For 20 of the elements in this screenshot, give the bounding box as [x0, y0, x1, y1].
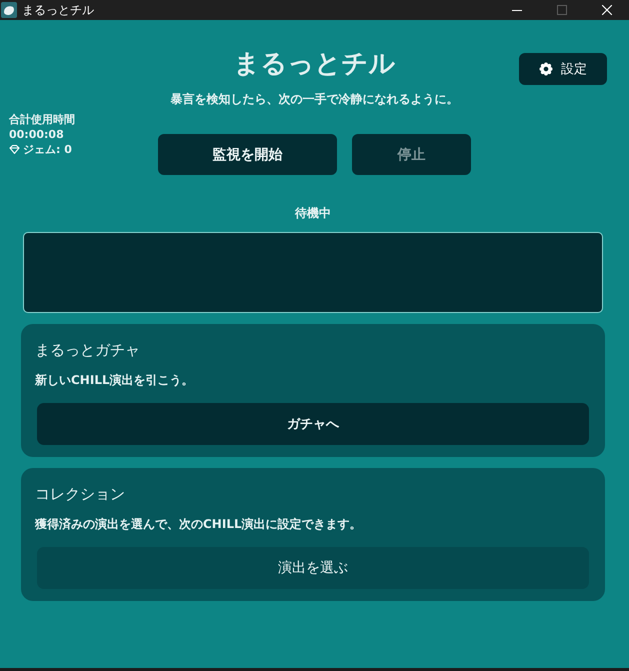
action-button[interactable]: ガチャへ [37, 403, 589, 445]
gem-icon [9, 145, 20, 154]
card-description: 新しいCHILL演出を引こう。 [35, 372, 195, 388]
app-icon [1, 2, 17, 18]
start-monitoring-button[interactable]: 監視を開始 [158, 134, 337, 175]
tagline-text: 暴言を検知したら、次の一手で冷静になれるように。 [170, 91, 460, 107]
action-button[interactable]: 演出を選ぶ [37, 547, 589, 589]
card-title: まるっとガチャ [35, 340, 141, 360]
log-text-area[interactable] [23, 232, 603, 313]
settings-button[interactable]: 設定 [519, 53, 607, 85]
settings-icon [539, 62, 553, 76]
usage-time-value: 00:00:08 [9, 127, 64, 142]
close-icon[interactable] [602, 5, 612, 15]
gem-count: ジェム: 0 [23, 142, 72, 157]
card-description: 獲得済みの演出を選んで、次のCHILL演出に設定できます。 [35, 516, 363, 532]
status-text: 待機中 [294, 205, 332, 221]
usage-time-label: 合計使用時間 [9, 112, 75, 127]
window-title: まるっとチル [22, 2, 95, 19]
card-title: コレクション [35, 484, 126, 504]
app-title: まるっとチル [234, 48, 396, 80]
